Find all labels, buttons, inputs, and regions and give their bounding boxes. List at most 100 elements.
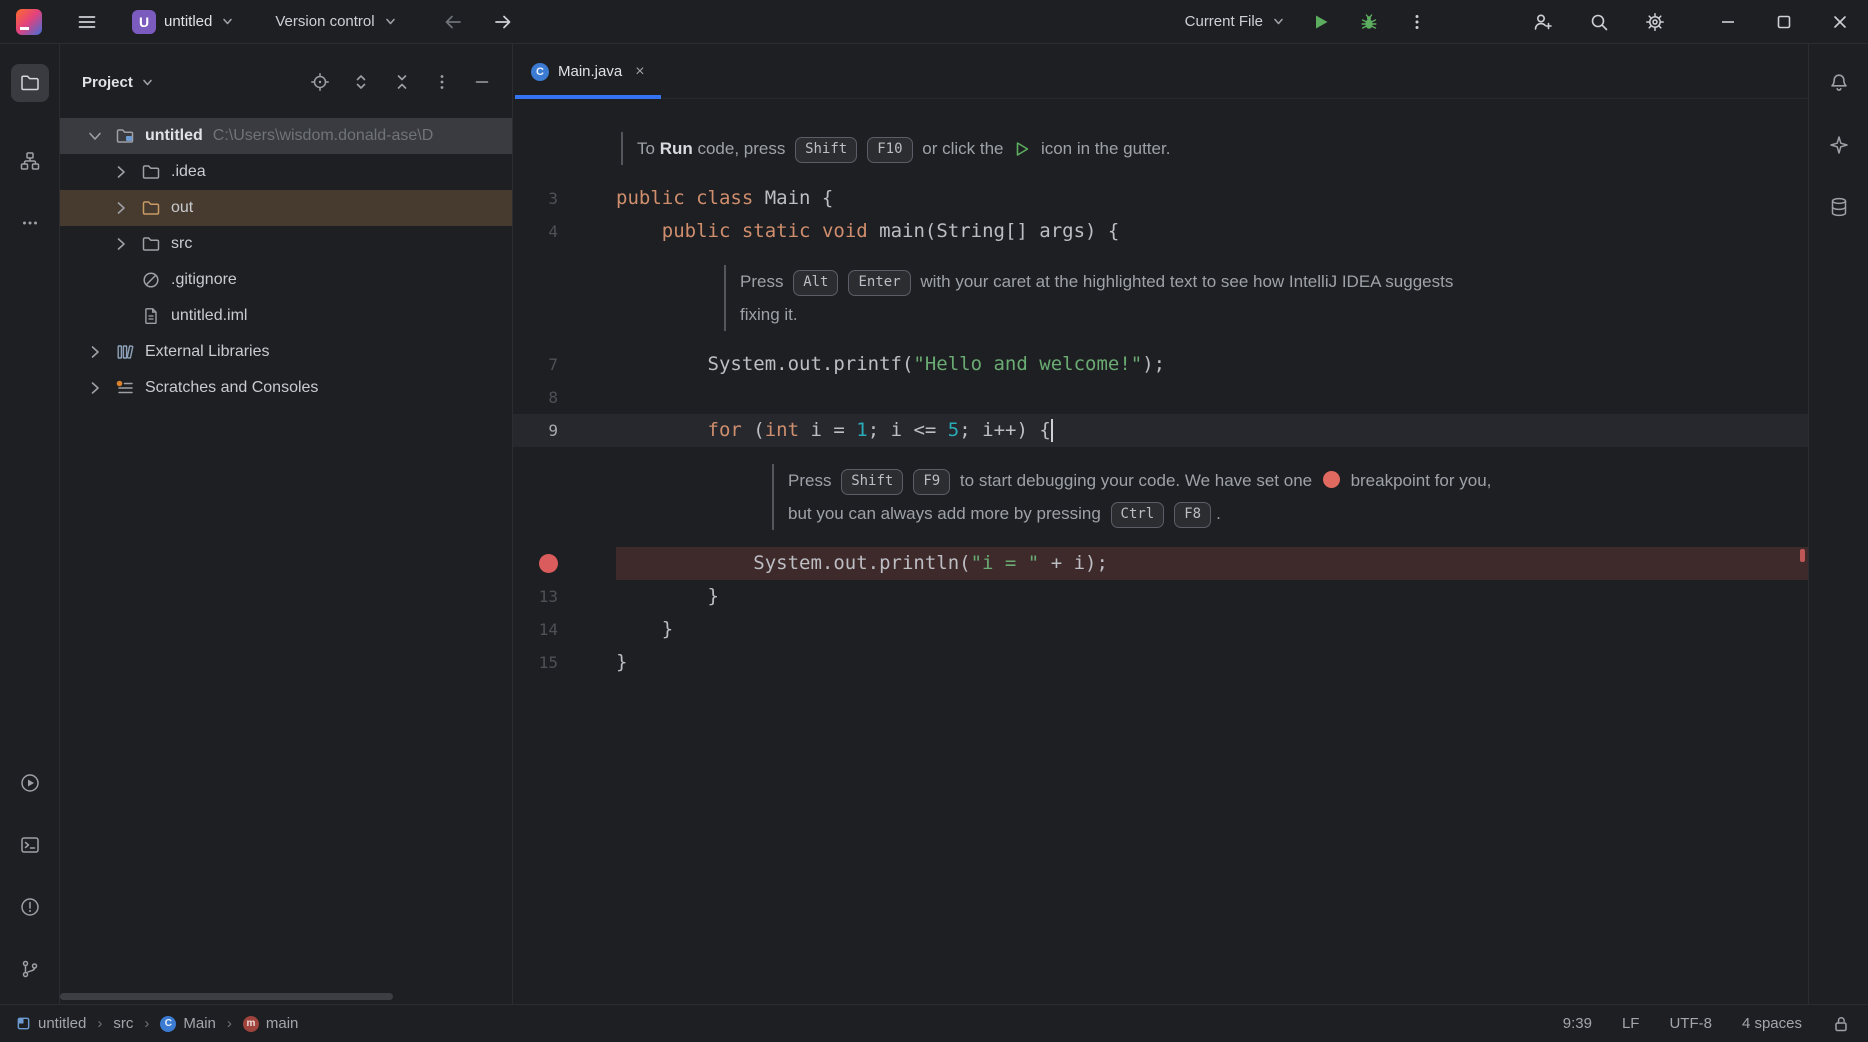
project-panel-title[interactable]: Project — [82, 74, 133, 91]
project-widget[interactable]: U untitled — [124, 6, 243, 38]
database-icon[interactable] — [1820, 188, 1858, 226]
editor-code-line[interactable]: 9 for (int i = 1; i <= 5; i++) { — [513, 414, 1808, 447]
editor-gutter[interactable]: 7 — [513, 348, 616, 381]
editor-line-content[interactable]: for (int i = 1; i <= 5; i++) { — [616, 414, 1808, 447]
editor-body[interactable]: To Run code, press ShiftF10 or click the… — [513, 99, 1808, 1004]
run-button[interactable] — [1302, 5, 1340, 39]
editor-hint-line[interactable]: Press AltEnter with your caret at the hi… — [513, 265, 1808, 298]
unlock-icon[interactable] — [1832, 1015, 1850, 1033]
editor-hint-line[interactable]: Press ShiftF9 to start debugging your co… — [513, 464, 1808, 497]
editor-gutter[interactable]: 15 — [513, 646, 616, 679]
tree-item-gitignore[interactable]: .gitignore — [60, 262, 512, 298]
editor-line-content[interactable] — [616, 381, 1808, 414]
editor-gutter[interactable]: 4 — [513, 215, 616, 248]
editor-code-line[interactable]: 7 System.out.printf("Hello and welcome!"… — [513, 348, 1808, 381]
version-control-icon[interactable] — [11, 950, 49, 988]
tree-item-external-libraries[interactable]: External Libraries — [60, 334, 512, 370]
run-configuration-selector[interactable]: Current File — [1177, 9, 1294, 34]
settings-gear-icon[interactable] — [1636, 5, 1674, 39]
tab-close-icon[interactable]: × — [635, 63, 644, 81]
ai-assistant-icon[interactable] — [1820, 126, 1858, 164]
back-arrow-icon[interactable] — [434, 5, 472, 39]
caret-position[interactable]: 9:39 — [1563, 1015, 1592, 1032]
editor-code-line[interactable]: System.out.println("i = " + i); — [513, 547, 1808, 580]
editor-line-content[interactable]: } — [616, 580, 1808, 613]
tree-item-untitled[interactable]: untitledC:\Users\wisdom.donald-ase\D — [60, 118, 512, 154]
chevron-right-icon[interactable] — [84, 377, 106, 399]
breakpoint-dot[interactable] — [539, 554, 558, 573]
editor-line-content[interactable]: } — [616, 646, 1808, 679]
chevron-down-icon[interactable] — [84, 125, 106, 147]
panel-options-icon[interactable] — [433, 73, 451, 91]
error-stripe-mark[interactable] — [1800, 549, 1805, 562]
editor-gutter[interactable]: 14 — [513, 613, 616, 646]
editor-gutter[interactable] — [513, 547, 616, 580]
editor-code-line[interactable]: 14 } — [513, 613, 1808, 646]
editor-line-content[interactable]: but you can always add more by pressing … — [616, 497, 1808, 530]
editor-gutter[interactable]: 8 — [513, 381, 616, 414]
editor-line-content[interactable]: public class Main { — [616, 182, 1808, 215]
editor-gutter[interactable] — [513, 265, 616, 298]
breadcrumb-untitled[interactable]: untitled — [16, 1015, 86, 1032]
chevron-right-icon[interactable] — [110, 197, 132, 219]
structure-icon[interactable] — [11, 142, 49, 180]
editor-hint-line[interactable]: but you can always add more by pressing … — [513, 497, 1808, 530]
editor-gutter[interactable]: 9 — [513, 414, 616, 447]
editor-code-line[interactable]: 15} — [513, 646, 1808, 679]
editor-line-content[interactable]: Press AltEnter with your caret at the hi… — [616, 265, 1808, 298]
chevron-down-icon[interactable] — [140, 75, 155, 90]
terminal-icon[interactable] — [11, 826, 49, 864]
main-menu-icon[interactable] — [68, 5, 106, 39]
locate-file-icon[interactable] — [310, 72, 330, 92]
services-icon[interactable] — [11, 764, 49, 802]
editor-hint-line[interactable]: fixing it. — [513, 298, 1808, 331]
chevron-right-icon[interactable] — [84, 341, 106, 363]
indent-style[interactable]: 4 spaces — [1742, 1015, 1802, 1032]
editor-gutter[interactable] — [513, 497, 616, 530]
editor-line-content[interactable]: } — [616, 613, 1808, 646]
tree-item-src[interactable]: src — [60, 226, 512, 262]
editor-code-line[interactable]: 3public class Main { — [513, 182, 1808, 215]
close-button[interactable] — [1812, 0, 1868, 43]
hide-panel-icon[interactable] — [472, 72, 492, 92]
search-everywhere-icon[interactable] — [1580, 5, 1618, 39]
line-separator[interactable]: LF — [1622, 1015, 1640, 1032]
editor-line-content[interactable]: public static void main(String[] args) { — [616, 215, 1808, 248]
problems-icon[interactable] — [11, 888, 49, 926]
file-encoding[interactable]: UTF-8 — [1669, 1015, 1712, 1032]
editor-gutter[interactable]: 13 — [513, 580, 616, 613]
collapse-all-icon[interactable] — [392, 72, 412, 92]
tree-item-out[interactable]: out — [60, 190, 512, 226]
debug-button[interactable] — [1350, 5, 1388, 39]
vcs-widget[interactable]: Version control — [267, 9, 405, 34]
editor-line-content[interactable]: fixing it. — [616, 298, 1808, 331]
editor-gutter[interactable] — [513, 298, 616, 331]
tree-item-idea[interactable]: .idea — [60, 154, 512, 190]
tab-main-java[interactable]: C Main.java × — [515, 44, 661, 99]
chevron-right-icon[interactable] — [110, 233, 132, 255]
editor-gutter[interactable] — [513, 132, 616, 165]
editor-gutter[interactable] — [513, 464, 616, 497]
expand-all-icon[interactable] — [351, 72, 371, 92]
editor-code-line[interactable]: 8 — [513, 381, 1808, 414]
breadcrumb-main[interactable]: mmain — [243, 1015, 299, 1032]
minimize-button[interactable] — [1700, 0, 1756, 43]
code-with-me-icon[interactable] — [1524, 5, 1562, 39]
editor-line-content[interactable]: Press ShiftF9 to start debugging your co… — [616, 464, 1808, 497]
horizontal-scrollbar[interactable] — [60, 993, 393, 1000]
editor-code-line[interactable]: 13 } — [513, 580, 1808, 613]
editor-line-content[interactable]: System.out.println("i = " + i); — [616, 547, 1808, 580]
editor-code-line[interactable]: 4 public static void main(String[] args)… — [513, 215, 1808, 248]
tree-item-scratches-and-consoles[interactable]: Scratches and Consoles — [60, 370, 512, 406]
tree-item-untitled-iml[interactable]: untitled.iml — [60, 298, 512, 334]
breadcrumb-main[interactable]: CMain — [160, 1015, 216, 1032]
editor-gutter[interactable]: 3 — [513, 182, 616, 215]
editor-line-content[interactable]: System.out.printf("Hello and welcome!"); — [616, 348, 1808, 381]
editor-line-content[interactable]: To Run code, press ShiftF10 or click the… — [616, 132, 1808, 165]
forward-arrow-icon[interactable] — [484, 5, 522, 39]
more-tool-windows-icon[interactable] — [11, 204, 49, 242]
notifications-bell-icon[interactable] — [1820, 64, 1858, 102]
project-tool-window-button[interactable] — [11, 64, 49, 102]
chevron-right-icon[interactable] — [110, 161, 132, 183]
breadcrumb-src[interactable]: src — [113, 1015, 133, 1032]
